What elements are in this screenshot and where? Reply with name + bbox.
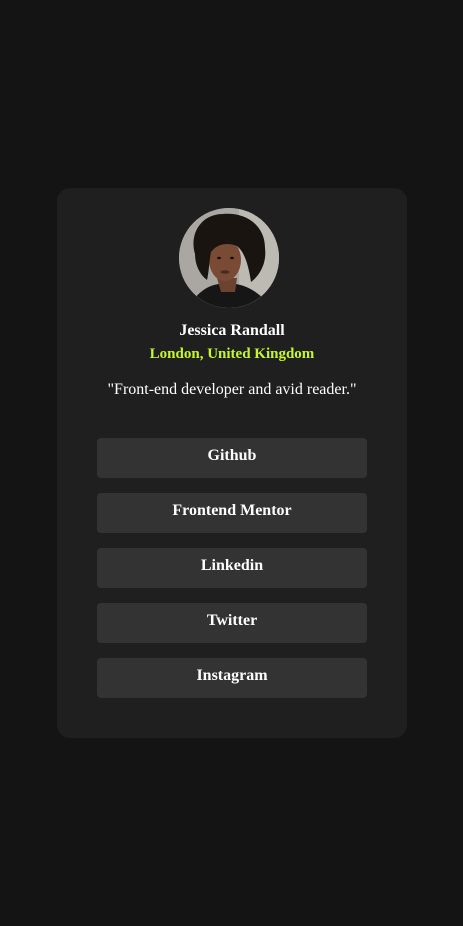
page: Jessica Randall London, United Kingdom "… (0, 0, 463, 926)
instagram-link-button[interactable]: Instagram (97, 658, 367, 698)
avatar (179, 208, 279, 308)
social-links-list: Github Frontend Mentor Linkedin Twitter … (97, 438, 367, 713)
profile-name: Jessica Randall (179, 322, 285, 339)
twitter-link-button[interactable]: Twitter (97, 603, 367, 643)
github-link-button[interactable]: Github (97, 438, 367, 478)
linkedin-link-button[interactable]: Linkedin (97, 548, 367, 588)
avatar-portrait-image (179, 208, 279, 308)
frontend-mentor-link-button[interactable]: Frontend Mentor (97, 493, 367, 533)
profile-card: Jessica Randall London, United Kingdom "… (57, 188, 407, 738)
profile-bio: "Front-end developer and avid reader." (107, 381, 357, 398)
profile-location: London, United Kingdom (149, 346, 315, 362)
